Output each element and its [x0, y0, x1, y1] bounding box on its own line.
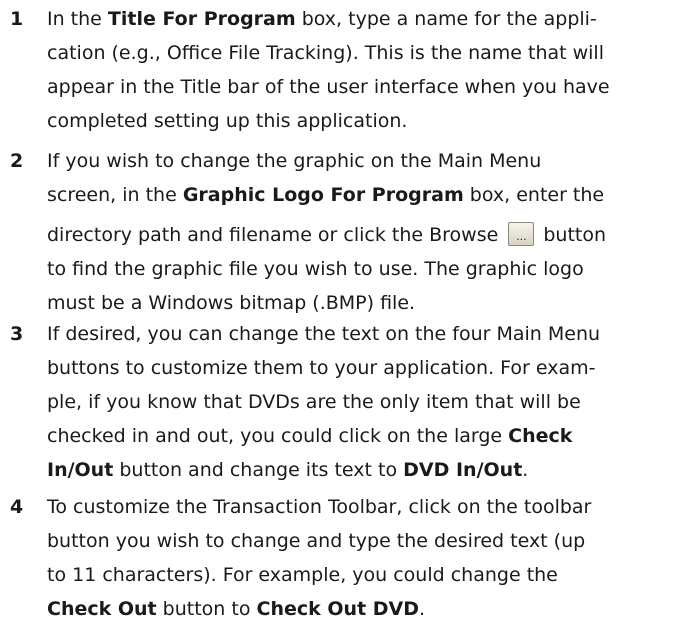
text-run: In the — [47, 8, 108, 30]
bold-ui-term: Check — [508, 425, 573, 447]
text-run: button — [537, 224, 607, 246]
step-text-line: If desired, you can change the text on t… — [47, 318, 600, 350]
text-run: to find the graphic file you wish to use… — [47, 258, 584, 280]
step-number: 3 — [10, 323, 24, 345]
step-text-line: buttons to customize them to your applic… — [47, 352, 596, 384]
instruction-document: 1 In the Title For Program box, type a na… — [0, 0, 677, 642]
step-text-line: ple, if you know that DVDs are the only … — [47, 386, 581, 418]
step-text-line: to 11 characters). For example, you coul… — [47, 559, 558, 591]
text-run: completed setting up this application. — [47, 110, 408, 132]
step-number: 4 — [10, 496, 24, 518]
text-run: To customize the Transaction Toolbar, cl… — [47, 496, 592, 518]
text-run: If desired, you can change the text on t… — [47, 323, 601, 345]
step-text-line: Check Out button to Check Out DVD. — [47, 593, 425, 625]
step-text-line: If you wish to change the graphic on the… — [47, 145, 541, 177]
step-text-line: to find the graphic file you wish to use… — [47, 253, 584, 285]
step-number: 1 — [10, 8, 24, 30]
step-text-line: must be a Windows bitmap (.BMP) file. — [47, 287, 415, 319]
text-run: button you wish to change and type the d… — [47, 530, 586, 552]
step-text-line: screen, in the Graphic Logo For Program … — [47, 179, 604, 211]
text-run: If you wish to change the graphic on the… — [47, 150, 542, 172]
step-text-line: appear in the Title bar of the user inte… — [47, 71, 610, 103]
text-run: box, type a name for the appli- — [295, 8, 597, 30]
step-text-line: completed setting up this application. — [47, 105, 407, 137]
text-run: . — [419, 598, 426, 620]
step-text-line: To customize the Transaction Toolbar, cl… — [47, 491, 591, 523]
text-run: button to — [156, 598, 257, 620]
step-text-line: directory path and filename or click the… — [47, 219, 606, 251]
bold-ui-term: DVD In/Out — [403, 459, 523, 481]
text-run: directory path and filename or click the… — [47, 224, 505, 246]
step-text-line: button you wish to change and type the d… — [47, 525, 585, 557]
step-number: 2 — [10, 150, 24, 172]
text-run: appear in the Title bar of the user inte… — [47, 76, 610, 98]
bold-ui-term: Title For Program — [107, 8, 296, 30]
bold-ui-term: Check Out — [47, 598, 157, 620]
bold-ui-term: Check Out DVD — [256, 598, 420, 620]
text-run: checked in and out, you could click on t… — [47, 425, 509, 447]
text-run: must be a Windows bitmap (.BMP) file. — [47, 292, 416, 314]
step-text-line: In the Title For Program box, type a nam… — [47, 3, 597, 35]
bold-ui-term: In/Out — [47, 459, 114, 481]
step-text-line: cation (e.g., Office File Tracking). Thi… — [47, 37, 604, 69]
text-run: button and change its text to — [113, 459, 404, 481]
text-run: . — [522, 459, 529, 481]
step-text-line: checked in and out, you could click on t… — [47, 420, 572, 452]
text-run: box, enter the — [463, 184, 605, 206]
bold-ui-term: Graphic Logo For Program — [182, 184, 464, 206]
text-run: ple, if you know that DVDs are the only … — [47, 391, 581, 413]
text-run: buttons to customize them to your applic… — [47, 357, 596, 379]
browse-button-icon — [508, 222, 535, 246]
text-run: cation (e.g., Office File Tracking). Thi… — [47, 42, 604, 64]
step-text-line: In/Out button and change its text to DVD… — [47, 454, 528, 486]
text-run: to 11 characters). For example, you coul… — [47, 564, 558, 586]
text-run: screen, in the — [47, 184, 183, 206]
